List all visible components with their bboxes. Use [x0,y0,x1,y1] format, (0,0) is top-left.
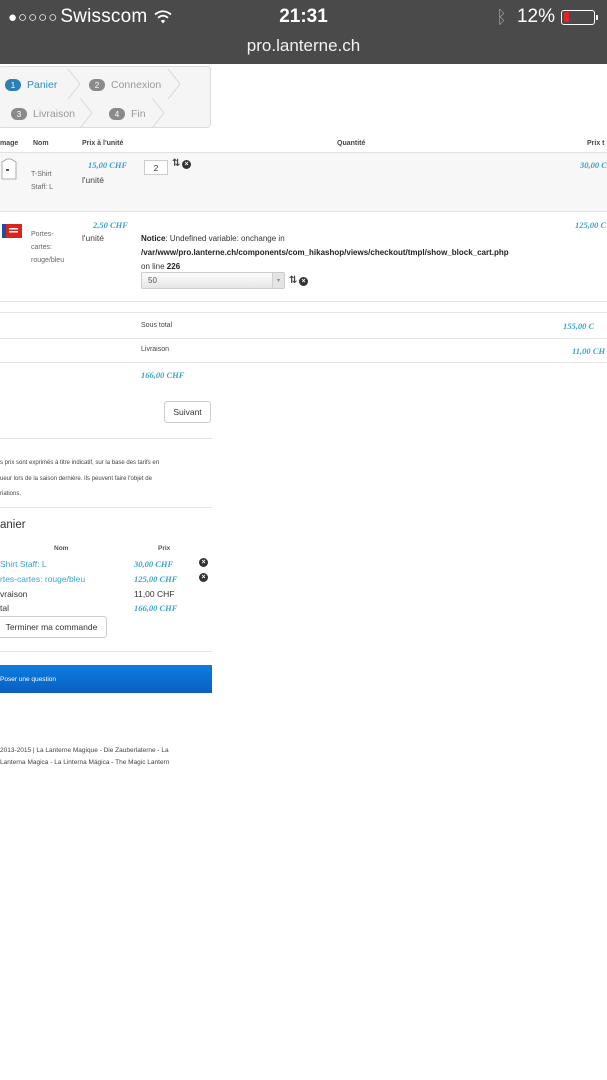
mini-cart-shipping-value: 11,00 CHF [134,589,175,599]
item-name[interactable]: Portes- cartes: rouge/bleu [31,228,64,267]
step-number: 1 [5,79,21,91]
step-connexion[interactable]: 2 Connexion [89,79,161,91]
item-total: 125,00 C [575,220,607,230]
address-bar[interactable]: pro.lanterne.ch [0,36,607,56]
remove-icon[interactable]: × [199,573,208,582]
subtotal-value: 155,00 C [563,321,595,331]
footer: 2013-2015 | La Lanterne Magique - Die Za… [0,747,170,766]
item-unit-price: 15,00 CHF [88,160,128,170]
refresh-icon[interactable]: ⇅ [172,158,180,169]
mini-cart-header-price: Prix [158,545,171,552]
browser-top-bar: ●○○○○ Swisscom 21:31 ᛒ 12% pro.lanterne.… [0,0,607,64]
col-header-unit-price: Prix à l'unité [82,140,124,147]
item-unit-price: 2,50 CHF [93,220,128,230]
col-header-quantity: Quantité [337,140,366,147]
step-separator-icon [151,98,165,128]
subtotal-label: Sous total [141,322,173,329]
mini-cart-item-link[interactable]: Shirt Staff: L [0,559,47,569]
shipping-label: Livraison [141,346,170,353]
mini-cart-item-price: 30,00 CHF [134,559,174,569]
php-notice: Notice: Undefined variable: onchange in … [141,234,509,271]
divider [0,362,607,363]
col-header-name: Nom [33,140,49,147]
status-right: ᛒ 12% [496,6,598,28]
mini-cart-total-value: 166,00 CHF [134,603,178,613]
step-separator-icon [167,69,181,99]
step-panier[interactable]: 1 Panier [5,79,57,91]
mini-cart-title: anier [0,519,26,531]
step-separator-icon [67,69,81,99]
step-label: Fin [131,108,146,120]
grand-total: 166,00 CHF [141,370,185,380]
refresh-icon[interactable]: ⇅ [289,275,297,286]
divider [0,338,607,339]
item-total: 30,00 C [580,160,607,170]
divider [0,312,607,313]
step-label: Connexion [111,79,162,91]
divider [0,507,212,508]
next-button[interactable]: Suivant [164,401,211,423]
item-unit-label: l'unité [82,175,104,185]
quantity-input[interactable]: 2 [144,160,168,175]
mini-cart-item-price: 125,00 CHF [134,574,178,584]
mini-cart-item-link[interactable]: rtes-cartes: rouge/bleu [0,574,85,584]
step-number: 3 [11,108,27,120]
item-unit-label: l'unité [82,233,104,243]
divider [0,438,212,439]
step-livraison[interactable]: 3 Livraison [11,108,75,120]
remove-icon[interactable]: × [182,160,191,169]
checkout-steps: 1 Panier 2 Connexion 3 Livraison 4 Fin [0,66,211,128]
battery-icon [561,9,598,25]
step-label: Livraison [33,108,76,120]
mini-cart-header-name: Nom [54,545,69,552]
divider [0,301,607,302]
step-label: Panier [27,79,58,91]
step-separator-icon [79,98,93,128]
col-header-image: mage [0,140,19,147]
price-disclaimer: s prix sont exprimés à titre indicatif, … [0,460,160,497]
quantity-select[interactable]: 50 ▾ [141,272,285,289]
remove-icon[interactable]: × [299,277,308,286]
bluetooth-icon: ᛒ [496,6,507,27]
step-number: 4 [109,108,125,120]
step-number: 2 [89,79,105,91]
ask-question-button[interactable]: Poser une question [0,665,212,693]
remove-icon[interactable]: × [199,558,208,567]
card-holder-thumbnail[interactable] [2,224,22,238]
step-fin[interactable]: 4 Fin [109,108,146,120]
tshirt-thumbnail[interactable] [0,158,18,180]
finish-order-button[interactable]: Terminer ma commande [0,616,107,638]
battery-percent: 12% [516,6,555,27]
divider [0,651,212,652]
shipping-value: 11,00 CH [572,346,606,356]
item-name[interactable]: T-Shirt Staff: L [31,168,53,194]
mini-cart-total-label: tal [0,603,9,613]
mini-cart-shipping-label: vraison [0,589,28,599]
col-header-total: Prix t [587,140,605,147]
chevron-down-icon: ▾ [272,273,284,288]
